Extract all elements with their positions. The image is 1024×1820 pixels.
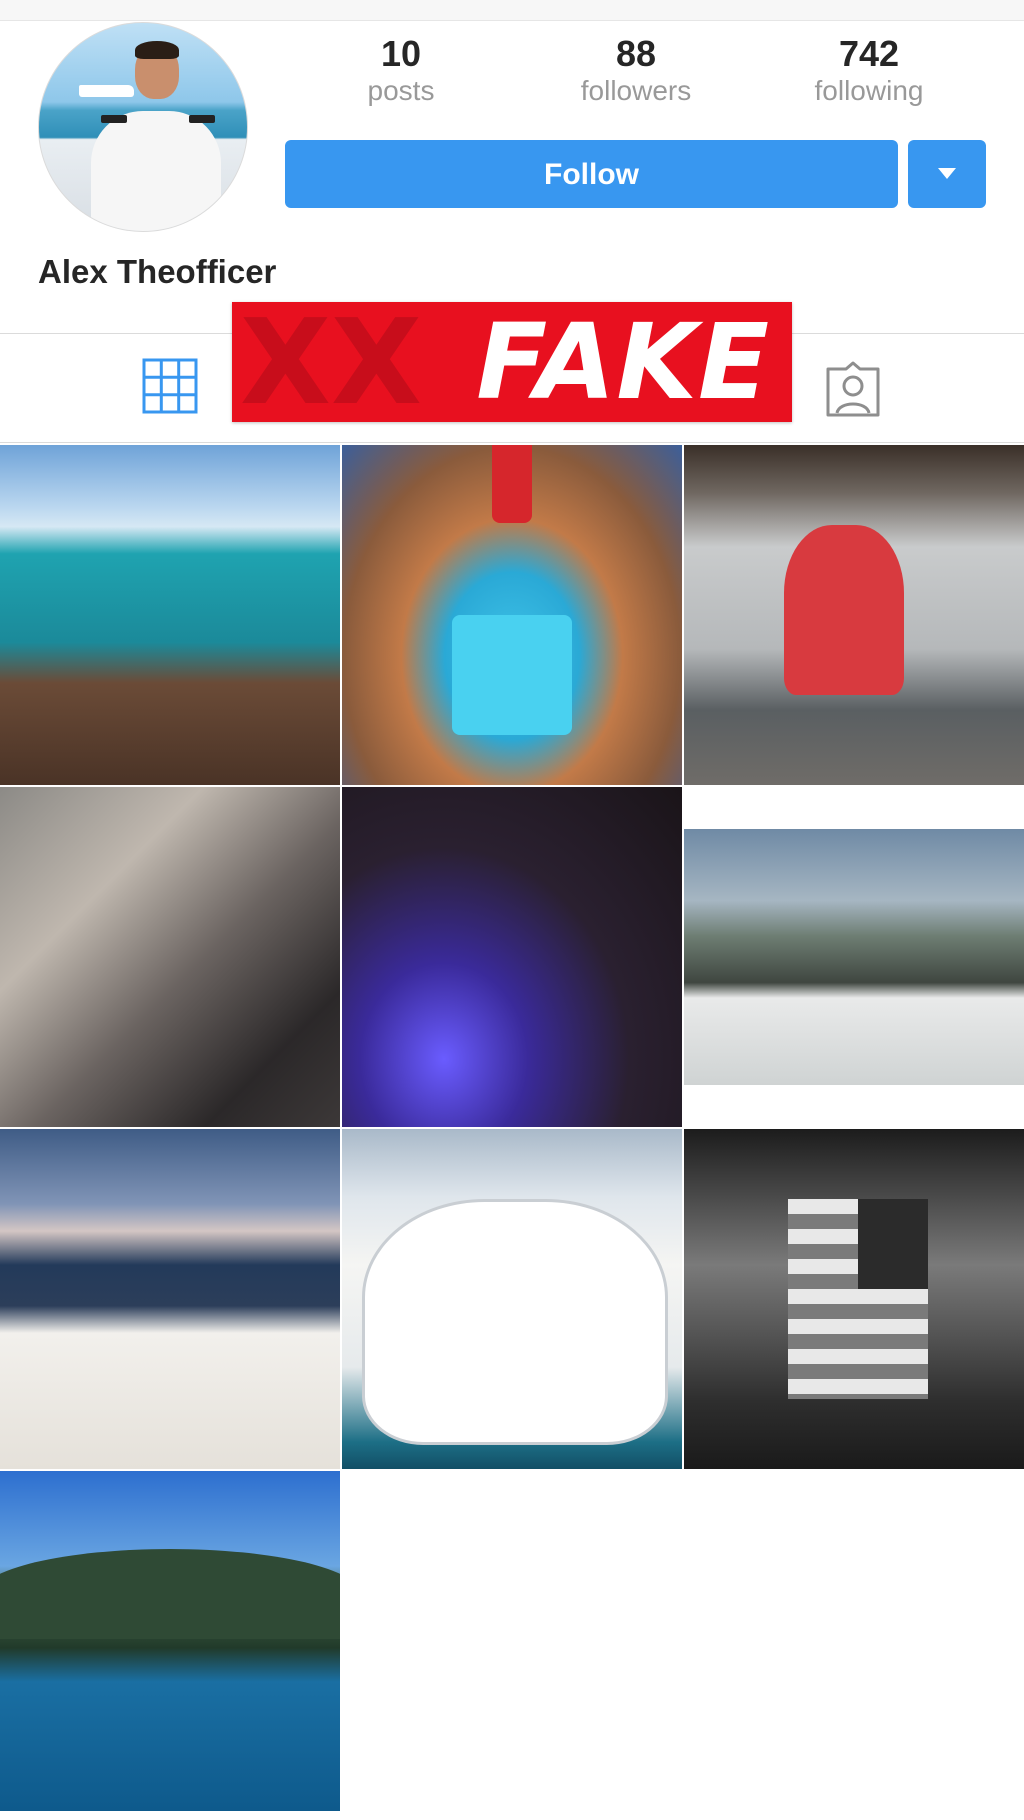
stat-posts-count: 10 [380,33,422,74]
photo-tile-6-image [684,829,1024,1085]
stat-posts-label: posts [367,75,435,106]
chevron-down-icon [938,168,956,179]
photo-tile-4[interactable] [0,787,340,1127]
profile-stats: 10 posts 88 followers 742 following [0,34,1024,114]
photo-tile-9[interactable] [684,1129,1024,1469]
fake-warning-banner: XX FAKE [232,302,792,422]
grid-icon[interactable] [142,358,198,414]
stat-posts[interactable]: 10 posts [316,34,486,108]
photo-tile-1[interactable] [0,445,340,785]
stat-following-label: following [814,75,924,106]
profile-name: Alex Theofficer [38,253,277,290]
stat-following[interactable]: 742 following [784,34,954,108]
photo-tile-6[interactable] [684,787,1024,1127]
ship-pool [452,615,572,735]
photo-tile-2[interactable] [342,445,682,785]
stat-followers-label: followers [580,75,692,106]
mountain [0,1549,340,1639]
stat-followers-count: 88 [615,33,657,74]
avatar-epaulette-right [189,115,215,123]
x-marks: XX [240,302,422,422]
flag-canton [858,1199,928,1289]
red-funnel-object [784,525,904,695]
stat-following-count: 742 [838,33,900,74]
photo-grid [0,445,1024,1817]
avatar-epaulette-left [101,115,127,123]
stat-followers[interactable]: 88 followers [551,34,721,108]
ship-funnel [492,445,532,523]
flag [788,1199,928,1399]
tagged-photos-icon[interactable] [824,361,882,417]
fake-label: FAKE [476,302,770,422]
photo-tile-3[interactable] [684,445,1024,785]
suggestions-dropdown-button[interactable] [908,140,986,208]
status-bar [0,0,1024,21]
avatar-body [91,111,221,231]
photo-tile-10[interactable] [0,1471,340,1811]
ship-hull [362,1199,668,1445]
photo-tile-7[interactable] [0,1129,340,1469]
photo-tile-8[interactable] [342,1129,682,1469]
photo-tile-5[interactable] [342,787,682,1127]
follow-button[interactable]: Follow [285,140,898,208]
